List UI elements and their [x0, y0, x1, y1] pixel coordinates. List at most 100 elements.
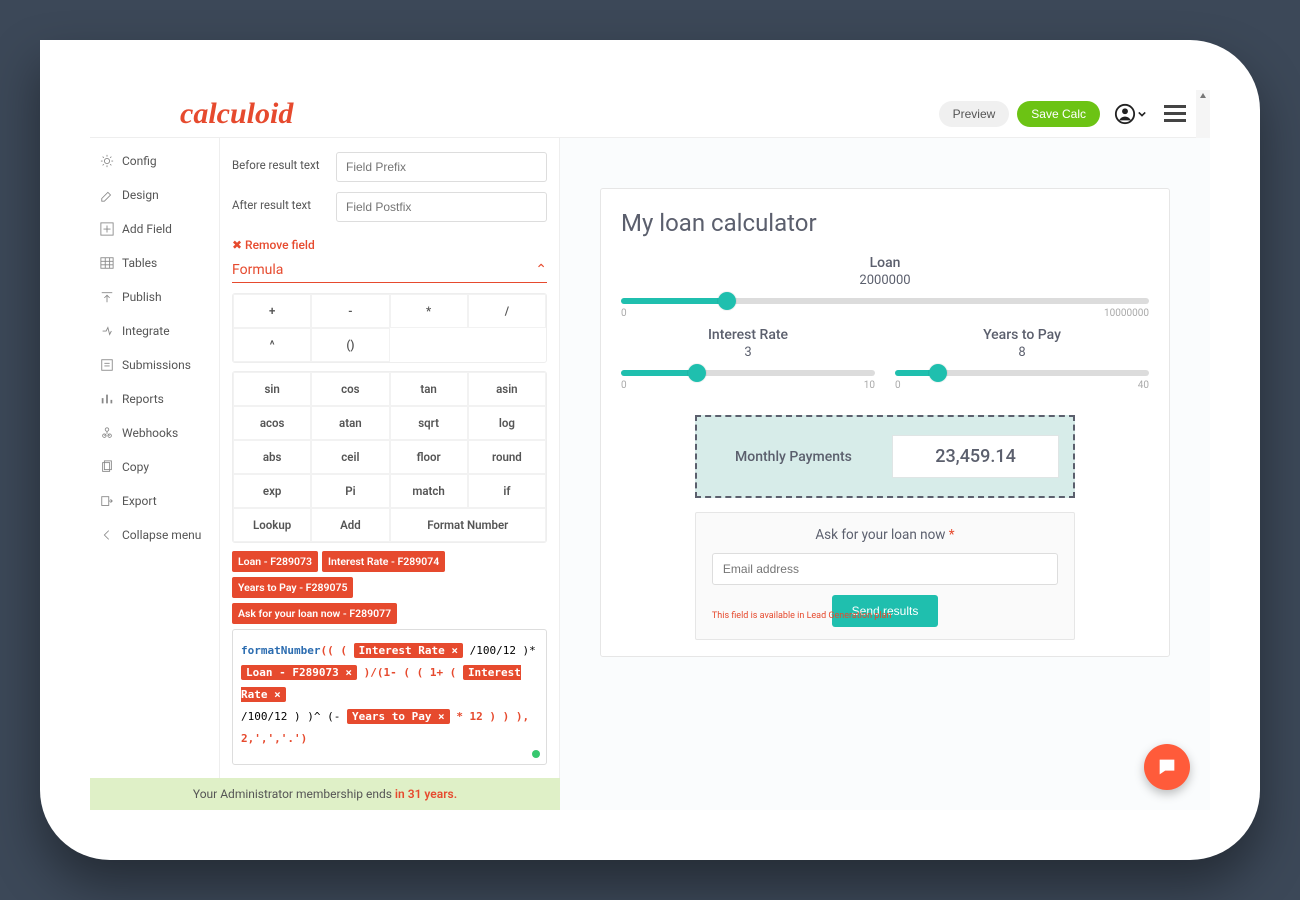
- app-window: calculoid Preview Save Calc Config Desig…: [90, 90, 1210, 810]
- user-menu[interactable]: [1114, 103, 1146, 125]
- op-abs[interactable]: abs: [233, 440, 311, 474]
- op-floor[interactable]: floor: [390, 440, 468, 474]
- integrate-icon: [100, 324, 114, 338]
- save-calc-button[interactable]: Save Calc: [1017, 101, 1100, 127]
- formula-valid-icon: [532, 750, 540, 758]
- slider-loan: Loan 2000000 010000000: [621, 255, 1149, 319]
- op-divide[interactable]: /: [468, 294, 546, 328]
- preview-button[interactable]: Preview: [939, 101, 1010, 127]
- op-minus[interactable]: -: [311, 294, 389, 328]
- sidebar-item-label: Integrate: [122, 324, 170, 338]
- sidebar-item-integrate[interactable]: Integrate: [90, 314, 219, 348]
- sidebar-item-webhooks[interactable]: Webhooks: [90, 416, 219, 450]
- app-body: Config Design Add Field Tables Publish I…: [90, 138, 1210, 810]
- op-cos[interactable]: cos: [311, 372, 389, 406]
- sidebar-item-collapse[interactable]: Collapse menu: [90, 518, 219, 552]
- op-plus[interactable]: +: [233, 294, 311, 328]
- formula-section-header[interactable]: Formula ⌃: [232, 262, 547, 283]
- field-tag-row-3: Ask for your loan now - F289077: [232, 603, 547, 624]
- chevron-up-icon: ⌃: [535, 262, 547, 278]
- tag-cta[interactable]: Ask for your loan now - F289077: [232, 603, 397, 624]
- op-atan[interactable]: atan: [311, 406, 389, 440]
- slider-rate-track[interactable]: [621, 370, 875, 376]
- sidebar-item-label: Design: [122, 188, 159, 202]
- sidebar-item-export[interactable]: Export: [90, 484, 219, 518]
- op-pi[interactable]: Pi: [311, 474, 389, 508]
- field-postfix-input[interactable]: [336, 192, 547, 222]
- sidebar-item-label: Collapse menu: [122, 528, 201, 542]
- calc-card: My loan calculator Loan 2000000 01000000…: [600, 188, 1170, 657]
- sidebar-item-copy[interactable]: Copy: [90, 450, 219, 484]
- design-icon: [100, 188, 114, 202]
- op-acos[interactable]: acos: [233, 406, 311, 440]
- sidebar-item-label: Add Field: [122, 222, 172, 236]
- op-asin[interactable]: asin: [468, 372, 546, 406]
- field-tag-row-2: Years to Pay - F289075: [232, 577, 547, 598]
- export-icon: [100, 494, 114, 508]
- field-tag-row-1: Loan - F289073 Interest Rate - F289074: [232, 551, 547, 572]
- after-result-label: After result text: [232, 192, 324, 212]
- sidebar-item-label: Reports: [122, 392, 164, 406]
- slider-rate-label: Interest Rate: [621, 327, 875, 343]
- result-box[interactable]: Monthly Payments 23,459.14: [695, 415, 1075, 498]
- table-icon: [100, 256, 114, 270]
- op-add[interactable]: Add: [311, 508, 389, 542]
- remove-field-button[interactable]: ✖ Remove field: [232, 238, 315, 252]
- slider-loan-value: 2000000: [621, 273, 1149, 288]
- tag-rate[interactable]: Interest Rate - F289074: [322, 551, 445, 572]
- caret-down-icon: [1138, 110, 1146, 118]
- sidebar-item-label: Publish: [122, 290, 162, 304]
- brand-logo: calculoid: [180, 97, 293, 131]
- sidebar-item-config[interactable]: Config: [90, 144, 219, 178]
- calculator-preview: My loan calculator Loan 2000000 01000000…: [560, 138, 1210, 810]
- op-log[interactable]: log: [468, 406, 546, 440]
- field-prefix-input[interactable]: [336, 152, 547, 182]
- chat-icon: [1156, 756, 1178, 778]
- result-label: Monthly Payments: [711, 449, 876, 465]
- op-sqrt[interactable]: sqrt: [390, 406, 468, 440]
- op-exp[interactable]: exp: [233, 474, 311, 508]
- sidebar-item-label: Export: [122, 494, 157, 508]
- result-value: 23,459.14: [892, 435, 1059, 478]
- tag-loan[interactable]: Loan - F289073: [232, 551, 318, 572]
- op-if[interactable]: if: [468, 474, 546, 508]
- op-match[interactable]: match: [390, 474, 468, 508]
- tag-years[interactable]: Years to Pay - F289075: [232, 577, 353, 598]
- sidebar-item-label: Tables: [122, 256, 157, 270]
- formula-section-label: Formula: [232, 262, 283, 278]
- sidebar-item-label: Submissions: [122, 358, 191, 372]
- slider-loan-label: Loan: [621, 255, 1149, 271]
- op-power[interactable]: ^: [233, 328, 311, 362]
- op-formatnumber[interactable]: Format Number: [390, 508, 547, 542]
- sidebar-item-tables[interactable]: Tables: [90, 246, 219, 280]
- op-round[interactable]: round: [468, 440, 546, 474]
- publish-icon: [100, 290, 114, 304]
- plus-icon: [100, 222, 114, 236]
- slider-thumb[interactable]: [718, 292, 736, 310]
- op-sin[interactable]: sin: [233, 372, 311, 406]
- op-paren[interactable]: (): [311, 328, 389, 362]
- op-tan[interactable]: tan: [390, 372, 468, 406]
- formula-editor[interactable]: formatNumber(( ( Interest Rate × /100/12…: [232, 629, 547, 765]
- email-field[interactable]: [712, 553, 1058, 585]
- sidebar-item-submissions[interactable]: Submissions: [90, 348, 219, 382]
- device-frame: calculoid Preview Save Calc Config Desig…: [40, 40, 1260, 860]
- sidebar: Config Design Add Field Tables Publish I…: [90, 138, 220, 810]
- slider-years: Years to Pay 8 040: [895, 327, 1149, 391]
- chat-fab[interactable]: [1144, 744, 1190, 790]
- op-lookup[interactable]: Lookup: [233, 508, 311, 542]
- sidebar-item-design[interactable]: Design: [90, 178, 219, 212]
- slider-years-track[interactable]: [895, 370, 1149, 376]
- sidebar-item-label: Webhooks: [122, 426, 178, 440]
- op-multiply[interactable]: *: [390, 294, 468, 328]
- user-icon: [1114, 103, 1136, 125]
- sidebar-item-reports[interactable]: Reports: [90, 382, 219, 416]
- slider-loan-track[interactable]: [621, 298, 1149, 304]
- field-editor: Before result text After result text ✖ R…: [220, 138, 560, 810]
- op-ceil[interactable]: ceil: [311, 440, 389, 474]
- menu-icon[interactable]: [1164, 105, 1186, 122]
- copy-icon: [100, 460, 114, 474]
- sidebar-item-publish[interactable]: Publish: [90, 280, 219, 314]
- sidebar-item-add-field[interactable]: Add Field: [90, 212, 219, 246]
- slider-years-label: Years to Pay: [895, 327, 1149, 343]
